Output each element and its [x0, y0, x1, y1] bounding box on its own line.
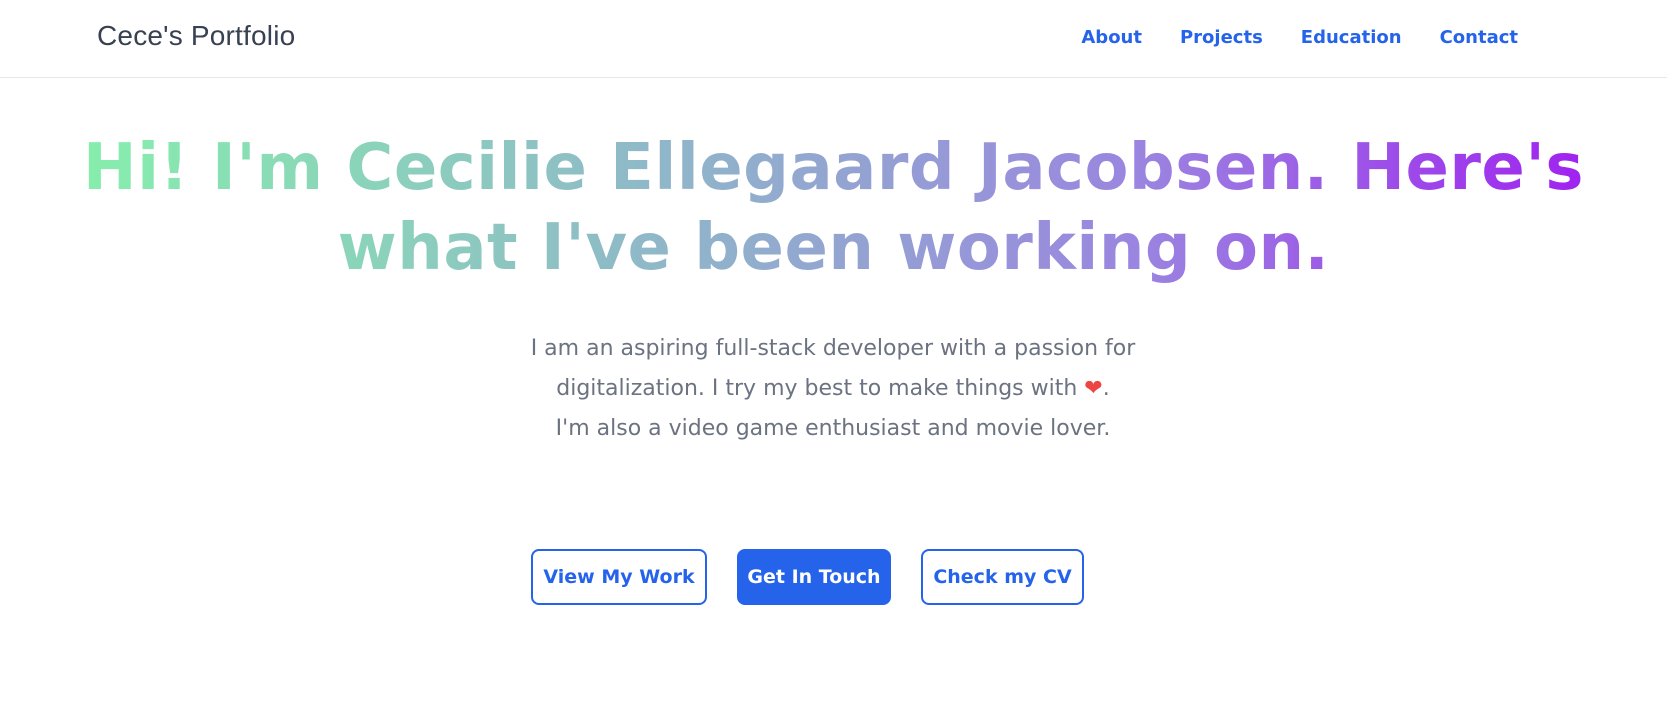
nav-links: About Projects Education Contact [1081, 27, 1518, 48]
view-my-work-button[interactable]: View My Work [531, 549, 707, 605]
nav-link-contact[interactable]: Contact [1440, 27, 1518, 48]
nav-link-education[interactable]: Education [1301, 27, 1402, 48]
hero-title: Hi! I'm Cecilie Ellegaard Jacobsen. Here… [70, 128, 1597, 288]
check-cv-button[interactable]: Check my CV [921, 549, 1084, 605]
brand-logo[interactable]: Cece's Portfolio [97, 20, 295, 52]
get-in-touch-button[interactable]: Get In Touch [737, 549, 891, 605]
hero-subtitle: I am an aspiring full-stack developer wi… [433, 329, 1233, 449]
heart-icon: ❤ [1084, 376, 1103, 401]
nav-link-projects[interactable]: Projects [1180, 27, 1263, 48]
hero-title-line2: what I've been working on. [337, 211, 1330, 285]
nav-link-about[interactable]: About [1081, 27, 1142, 48]
hero-sub-period: . [1102, 376, 1110, 401]
hero-sub-line2: digitalization. I try my best to make th… [556, 376, 1078, 401]
hero-title-line1: Hi! I'm Cecilie Ellegaard Jacobsen. Here… [83, 131, 1584, 205]
navbar: Cece's Portfolio About Projects Educatio… [0, 0, 1667, 78]
hero-sub-line1: I am an aspiring full-stack developer wi… [530, 336, 1136, 361]
hero-sub-line3: I'm also a video game enthusiast and mov… [555, 416, 1111, 441]
